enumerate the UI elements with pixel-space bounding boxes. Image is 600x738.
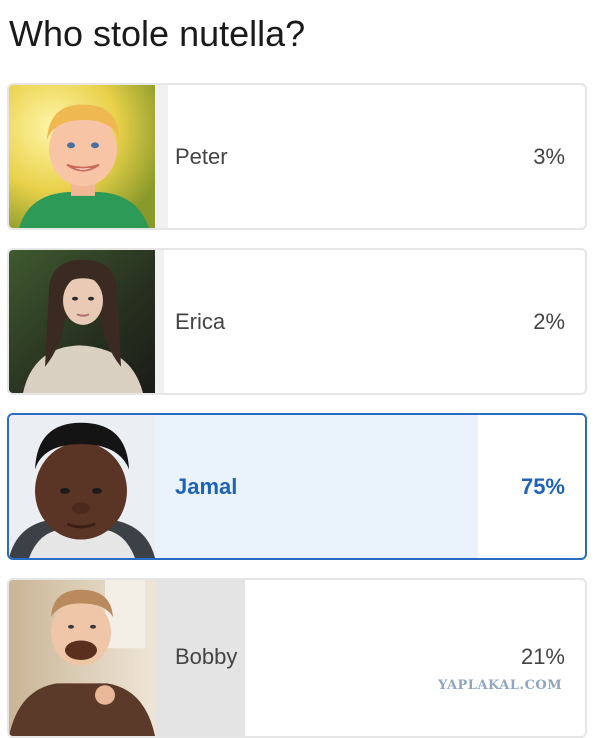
option-percent: 2% bbox=[533, 308, 565, 334]
option-label: Jamal bbox=[175, 473, 238, 499]
peter-photo bbox=[9, 85, 155, 228]
poll-question: Who stole nutella? bbox=[9, 13, 306, 54]
jamal-photo bbox=[9, 415, 155, 558]
option-label: Peter bbox=[175, 143, 228, 169]
option-label: Bobby bbox=[175, 644, 238, 669]
watermark: YAPLAKAL.COM bbox=[438, 678, 563, 693]
option-percent: 75% bbox=[520, 473, 565, 499]
poll-option-bobby[interactable]: Bobby 21% bbox=[7, 578, 587, 738]
poll-option-jamal[interactable]: Jamal 75% bbox=[7, 413, 587, 560]
result-bar bbox=[155, 250, 164, 393]
option-percent: 3% bbox=[533, 143, 565, 169]
result-bar bbox=[155, 85, 168, 228]
option-percent: 21% bbox=[520, 644, 565, 669]
poll-option-erica[interactable]: Erica 2% bbox=[7, 248, 587, 395]
erica-photo bbox=[9, 250, 155, 393]
bobby-photo bbox=[9, 580, 155, 736]
poll-option-peter[interactable]: Peter 3% bbox=[7, 83, 587, 230]
option-label: Erica bbox=[175, 308, 226, 334]
